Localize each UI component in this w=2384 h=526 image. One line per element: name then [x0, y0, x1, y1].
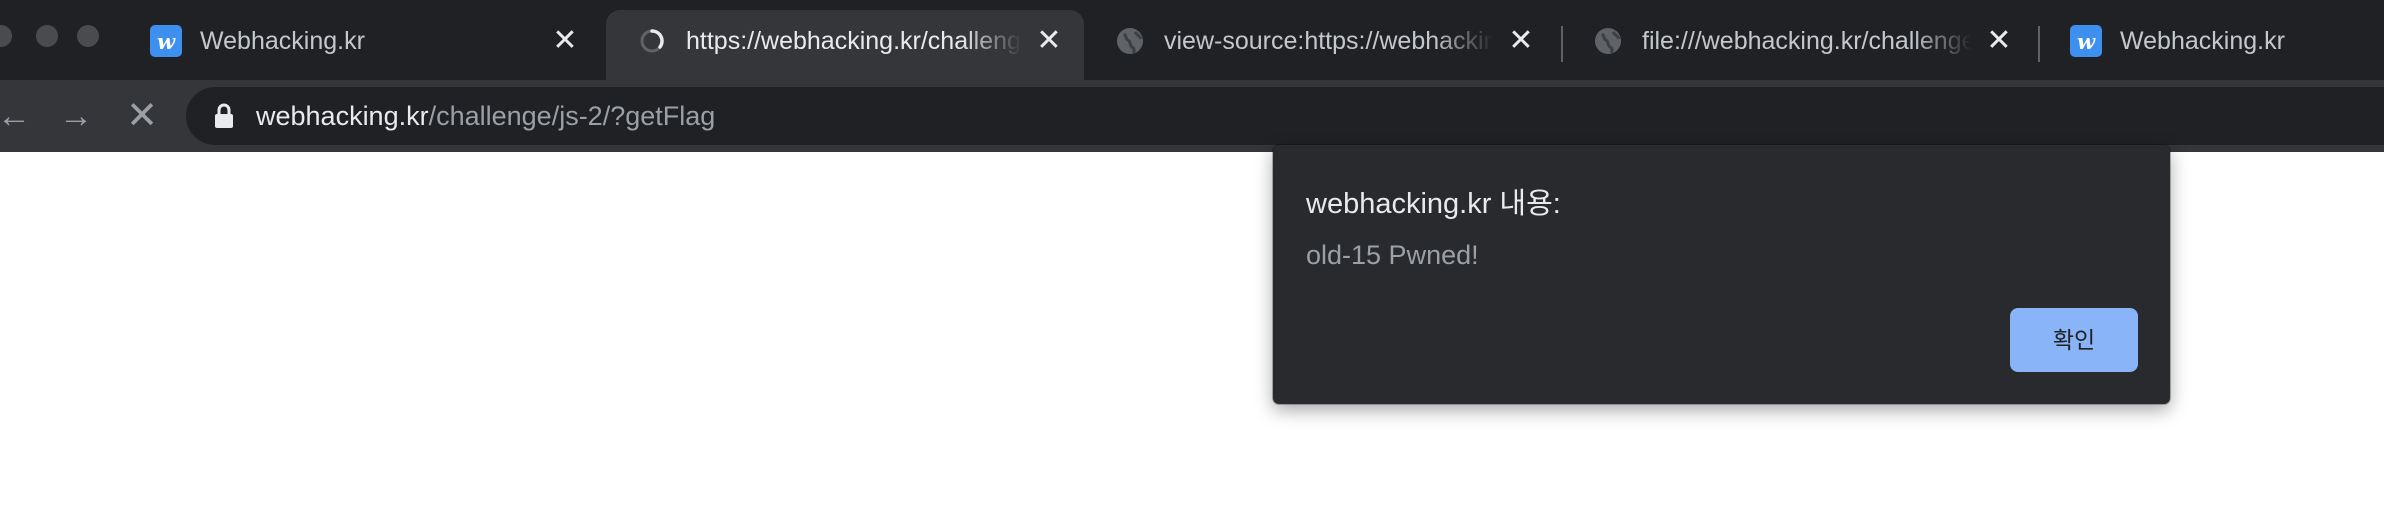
browser-toolbar: ← → ✕ webhacking.kr/challenge/js-2/?getF…: [0, 80, 2384, 152]
tab-title: https://webhacking.kr/challenge/js-2/?ge…: [686, 26, 1022, 55]
window-minimize-control[interactable]: [36, 25, 58, 47]
address-url[interactable]: webhacking.kr/challenge/js-2/?getFlag: [256, 101, 715, 132]
tab-strip: w Webhacking.kr ✕ https://webhacking.kr/…: [0, 0, 2384, 80]
back-arrow-icon[interactable]: ←: [0, 94, 36, 138]
webhacking-w-icon: w: [2070, 25, 2102, 57]
tab-title: Webhacking.kr: [200, 26, 365, 55]
globe-icon: [1114, 25, 1146, 57]
ok-button[interactable]: 확인: [2010, 308, 2138, 372]
lock-icon[interactable]: [214, 103, 234, 129]
url-path: /challenge/js-2/?getFlag: [428, 100, 716, 131]
window-close-control[interactable]: [0, 25, 12, 47]
dialog-message: old-15 Pwned!: [1306, 240, 1479, 270]
address-bar[interactable]: webhacking.kr/challenge/js-2/?getFlag: [186, 87, 2384, 145]
window-maximize-control[interactable]: [77, 25, 99, 47]
url-host: webhacking.kr: [256, 100, 429, 131]
tab-close-icon[interactable]: ✕: [550, 26, 580, 56]
alert-dialog: webhacking.kr 내용: old-15 Pwned! 확인: [1273, 145, 2170, 404]
tab-title: Webhacking.kr: [2120, 26, 2285, 55]
tab-webhacking-second[interactable]: w Webhacking.kr: [2040, 10, 2384, 72]
webhacking-w-icon: w: [150, 25, 182, 57]
tab-view-source[interactable]: view-source:https://webhacking.kr/challe…: [1084, 10, 1556, 72]
dialog-title: webhacking.kr 내용:: [1306, 188, 1561, 220]
tab-webhacking-home[interactable]: w Webhacking.kr ✕: [120, 10, 600, 72]
tab-local-file[interactable]: file:///webhacking.kr/challenge/js-2/ ✕: [1562, 10, 2034, 72]
tab-title: file:///webhacking.kr/challenge/js-2/: [1642, 26, 1972, 55]
stop-loading-icon[interactable]: ✕: [120, 94, 164, 138]
globe-icon: [1592, 25, 1624, 57]
tab-challenge-getflag[interactable]: https://webhacking.kr/challenge/js-2/?ge…: [606, 10, 1084, 80]
tab-close-icon[interactable]: ✕: [1506, 26, 1536, 56]
tab-title: view-source:https://webhacking.kr/challe…: [1164, 26, 1494, 55]
loading-spinner-icon: [636, 25, 668, 57]
forward-arrow-icon[interactable]: →: [54, 94, 98, 138]
tab-close-icon[interactable]: ✕: [1034, 26, 1064, 56]
tab-close-icon[interactable]: ✕: [1984, 26, 2014, 56]
